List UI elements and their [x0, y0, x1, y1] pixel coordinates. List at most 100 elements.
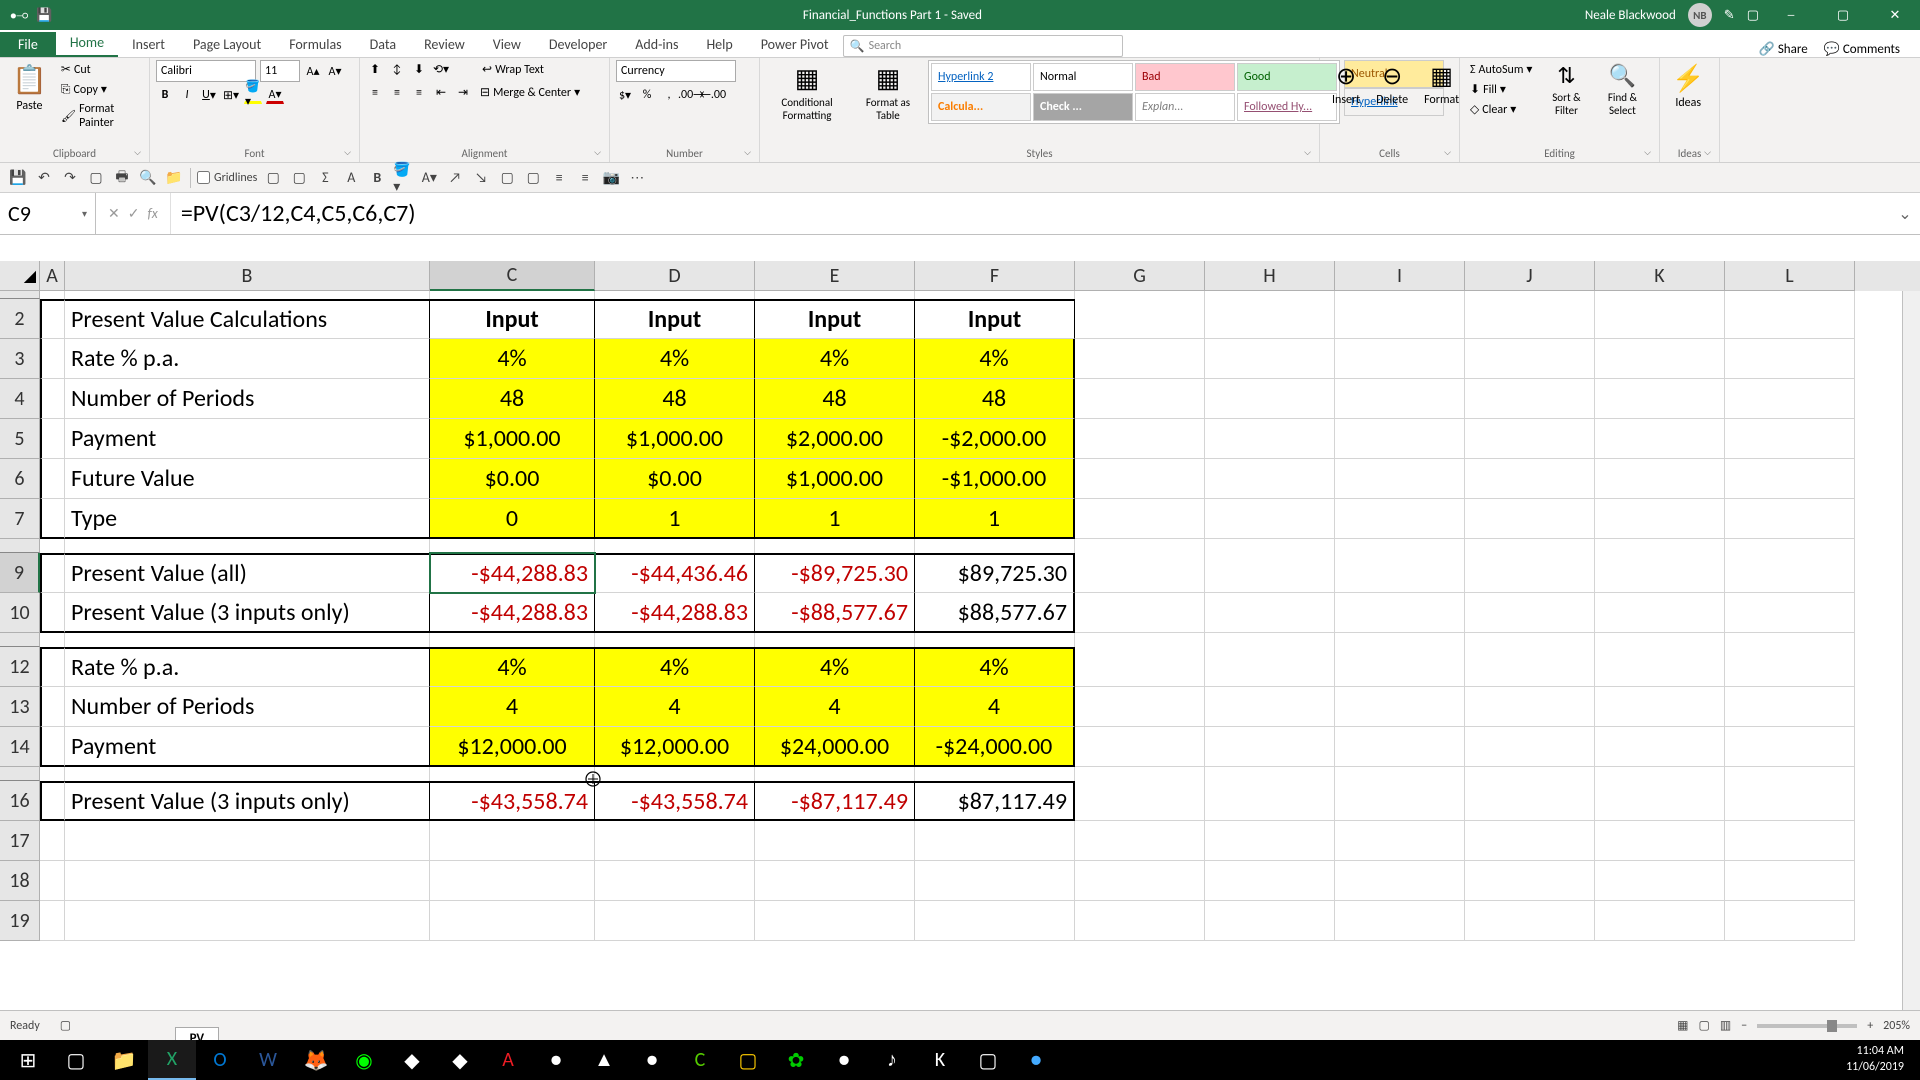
cell[interactable]: [915, 861, 1075, 901]
cell[interactable]: [1465, 727, 1595, 767]
cell[interactable]: [1725, 291, 1855, 299]
cell[interactable]: [1335, 553, 1465, 593]
cell[interactable]: [1725, 861, 1855, 901]
cell[interactable]: Input: [915, 299, 1075, 339]
share-button[interactable]: 🔗 Share: [1759, 42, 1808, 57]
cell[interactable]: [1335, 767, 1465, 781]
cell[interactable]: [915, 821, 1075, 861]
cell[interactable]: 4: [915, 687, 1075, 727]
cell[interactable]: [1595, 339, 1725, 379]
row-header-10[interactable]: 10: [0, 593, 40, 633]
col-header-F[interactable]: F: [915, 261, 1075, 291]
cell[interactable]: Present Value Calculations: [65, 299, 430, 339]
user-avatar[interactable]: NB: [1688, 3, 1712, 27]
cell[interactable]: Payment: [65, 727, 430, 767]
search-box[interactable]: 🔍 Search: [843, 35, 1123, 57]
cell[interactable]: [1205, 821, 1335, 861]
row-header-17[interactable]: 17: [0, 821, 40, 861]
cell[interactable]: [65, 821, 430, 861]
cell[interactable]: [1335, 687, 1465, 727]
app-icon-12[interactable]: ●: [1012, 1040, 1060, 1080]
taskview-icon[interactable]: ▢: [52, 1040, 100, 1080]
spreadsheet-grid[interactable]: ◢ABCDEFGHIJKL2Present Value Calculations…: [0, 261, 1920, 1020]
align-bottom-icon[interactable]: ⬇: [410, 61, 428, 79]
cell[interactable]: 4%: [915, 647, 1075, 687]
maximize-button[interactable]: ▢: [1823, 0, 1863, 30]
cell[interactable]: Present Value (all): [65, 553, 430, 593]
cell[interactable]: -$44,288.83: [595, 593, 755, 633]
qat-trace-icon[interactable]: ↗: [445, 168, 465, 188]
cell[interactable]: [1205, 499, 1335, 539]
format-table-button[interactable]: ▦Format as Table: [852, 60, 924, 124]
cell[interactable]: -$44,288.83: [430, 553, 595, 593]
cell[interactable]: 0: [430, 499, 595, 539]
cell[interactable]: [1075, 593, 1205, 633]
cell[interactable]: [1595, 593, 1725, 633]
cell[interactable]: -$43,558.74: [430, 781, 595, 821]
cell[interactable]: -$44,436.46: [595, 553, 755, 593]
cell[interactable]: [1205, 727, 1335, 767]
cell[interactable]: [1205, 861, 1335, 901]
row-header-19[interactable]: 19: [0, 901, 40, 941]
cell[interactable]: [1205, 379, 1335, 419]
percent-icon[interactable]: %: [638, 86, 656, 104]
firefox-icon[interactable]: 🦊: [292, 1040, 340, 1080]
cell[interactable]: [430, 633, 595, 647]
cell[interactable]: $1,000.00: [430, 419, 595, 459]
cell[interactable]: $24,000.00: [755, 727, 915, 767]
cell[interactable]: [40, 821, 65, 861]
cell[interactable]: [595, 861, 755, 901]
qat-camera-icon[interactable]: 📷: [601, 168, 621, 188]
cell[interactable]: [40, 767, 65, 781]
cell[interactable]: 48: [915, 379, 1075, 419]
cell[interactable]: [40, 539, 65, 553]
cell[interactable]: $89,725.30: [915, 553, 1075, 593]
tab-help[interactable]: Help: [692, 32, 746, 57]
border-icon[interactable]: ⊞▾: [222, 86, 240, 104]
save-icon[interactable]: 💾: [36, 8, 52, 23]
cell[interactable]: [1205, 593, 1335, 633]
status-record-icon[interactable]: ▢: [60, 1018, 71, 1033]
tab-formulas[interactable]: Formulas: [275, 32, 355, 57]
cell[interactable]: [1465, 633, 1595, 647]
cell[interactable]: [1725, 499, 1855, 539]
expand-formula-icon[interactable]: ⌄: [1890, 204, 1920, 224]
cell[interactable]: $1,000.00: [755, 459, 915, 499]
cell[interactable]: [1465, 901, 1595, 941]
cell[interactable]: [1725, 901, 1855, 941]
tab-view[interactable]: View: [479, 32, 535, 57]
cell[interactable]: [430, 767, 595, 781]
cell[interactable]: [1725, 593, 1855, 633]
cell[interactable]: [40, 687, 65, 727]
cell[interactable]: [40, 861, 65, 901]
cell[interactable]: $87,117.49: [915, 781, 1075, 821]
cell[interactable]: [40, 901, 65, 941]
tab-developer[interactable]: Developer: [535, 32, 621, 57]
number-format-select[interactable]: [616, 60, 736, 82]
cell[interactable]: [1725, 459, 1855, 499]
cell[interactable]: 1: [755, 499, 915, 539]
cell[interactable]: [1335, 633, 1465, 647]
app-icon-5[interactable]: ▲: [580, 1040, 628, 1080]
format-cells-button[interactable]: ▦Format: [1418, 60, 1465, 109]
cell[interactable]: -$2,000.00: [915, 419, 1075, 459]
cell[interactable]: Rate % p.a.: [65, 339, 430, 379]
cell[interactable]: [1465, 291, 1595, 299]
style-calculation[interactable]: Calcula...: [931, 93, 1031, 121]
cell[interactable]: [595, 901, 755, 941]
format-painter-button[interactable]: 🖌Format Painter: [57, 100, 143, 132]
cell[interactable]: [1465, 861, 1595, 901]
cell[interactable]: 4%: [430, 339, 595, 379]
cell[interactable]: [65, 861, 430, 901]
cell-styles-gallery[interactable]: Hyperlink 2 Normal Bad Good Calcula... C…: [928, 60, 1340, 124]
qat-icon-2[interactable]: ▢: [289, 168, 309, 188]
cell[interactable]: [430, 291, 595, 299]
formula-input[interactable]: =PV(C3/12,C4,C5,C6,C7): [171, 199, 1890, 228]
cell[interactable]: [1205, 901, 1335, 941]
cell[interactable]: [1335, 379, 1465, 419]
cell[interactable]: [1075, 633, 1205, 647]
clear-button[interactable]: ◇ Clear ▾: [1466, 100, 1536, 119]
cell[interactable]: $0.00: [595, 459, 755, 499]
cell[interactable]: [1725, 647, 1855, 687]
cell[interactable]: [1205, 767, 1335, 781]
